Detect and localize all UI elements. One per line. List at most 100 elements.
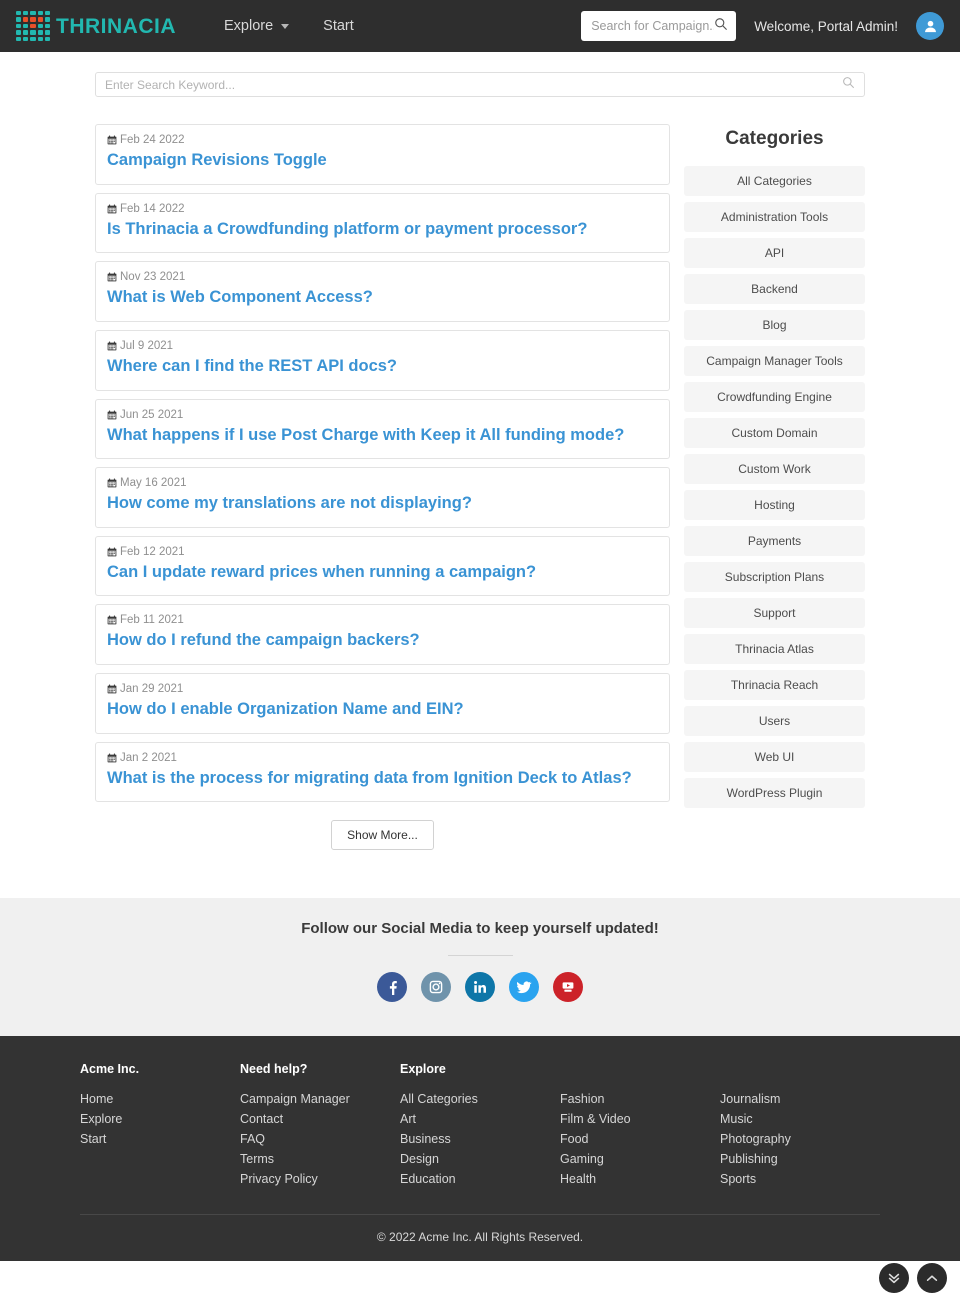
instagram-icon-link[interactable] — [421, 972, 451, 1003]
footer-link[interactable]: Food — [560, 1132, 720, 1146]
article-title-link[interactable]: How do I refund the campaign backers? — [107, 630, 659, 651]
category-item[interactable]: Subscription Plans — [684, 562, 865, 592]
logo-dot — [16, 17, 22, 22]
footer-link[interactable]: Fashion — [560, 1092, 720, 1106]
footer-column-heading: Need help? — [240, 1062, 308, 1077]
category-item[interactable]: Administration Tools — [684, 202, 865, 232]
logo-dot — [44, 30, 50, 35]
categories-title: Categories — [725, 128, 824, 149]
article-title-link[interactable]: Can I update reward prices when running … — [107, 562, 659, 583]
keyword-search-box[interactable] — [95, 72, 865, 97]
keyword-search-input[interactable] — [105, 77, 842, 92]
chevron-double-down-icon-button[interactable] — [879, 1263, 909, 1293]
footer-link[interactable]: Journalism — [720, 1092, 880, 1106]
nav-item-start[interactable]: Start — [311, 12, 366, 40]
logo-dot — [30, 36, 36, 41]
footer-link[interactable]: All Categories — [400, 1092, 560, 1106]
brand-logo-link[interactable]: THRINACIA — [16, 11, 176, 41]
category-item[interactable]: Backend — [684, 274, 865, 304]
footer-link[interactable]: Gaming — [560, 1152, 720, 1166]
category-item[interactable]: Blog — [684, 310, 865, 340]
article-card[interactable]: Jan 2 2021 What is the process for migrat… — [95, 741, 670, 803]
category-item[interactable]: API — [684, 238, 865, 268]
article-card[interactable]: Jun 25 2021 What happens if I use Post Ch… — [95, 398, 670, 460]
logo-dot — [30, 11, 36, 16]
campaign-search-input[interactable] — [591, 19, 715, 33]
linkedin-icon-link[interactable] — [465, 972, 495, 1003]
footer-link[interactable]: Campaign Manager — [240, 1092, 400, 1106]
category-item[interactable]: Payments — [684, 526, 865, 556]
category-item[interactable]: Thrinacia Reach — [684, 670, 865, 700]
divider — [447, 955, 513, 957]
show-more-button[interactable]: Show More... — [331, 820, 434, 851]
article-title-link[interactable]: How do I enable Organization Name and EI… — [107, 699, 659, 720]
footer-link[interactable]: Education — [400, 1172, 560, 1186]
youtube-icon-link[interactable] — [553, 972, 583, 1003]
footer-link[interactable]: Film & Video — [560, 1112, 720, 1126]
category-item[interactable]: Custom Domain — [684, 418, 865, 448]
article-title-link[interactable]: What happens if I use Post Charge with K… — [107, 425, 659, 446]
logo-dot — [37, 36, 43, 41]
article-date: Jan 29 2021 — [120, 683, 184, 695]
category-item[interactable]: Custom Work — [684, 454, 865, 484]
footer-link[interactable]: Photography — [720, 1132, 880, 1146]
campaign-search-box[interactable] — [581, 11, 737, 41]
footer-link[interactable]: Home — [80, 1092, 240, 1106]
scroll-to-top-button[interactable] — [917, 1263, 947, 1293]
footer-link[interactable]: FAQ — [240, 1132, 400, 1146]
article-title-link[interactable]: What is Web Component Access? — [107, 287, 659, 308]
categories-list: All Categories Administration Tools API Bac… — [684, 166, 865, 808]
article-card[interactable]: Jan 29 2021 How do I enable Organization … — [95, 673, 670, 734]
avatar[interactable] — [916, 12, 944, 40]
brand-name: THRINACIA — [56, 14, 176, 38]
category-item[interactable]: Web UI — [684, 742, 865, 772]
footer-link[interactable]: Privacy Policy — [240, 1172, 400, 1186]
category-item[interactable]: Crowdfunding Engine — [684, 382, 865, 412]
category-item[interactable]: Thrinacia Atlas — [684, 634, 865, 664]
article-card[interactable]: May 16 2021 How come my translations are … — [95, 467, 670, 528]
twitter-icon-link[interactable] — [509, 972, 539, 1003]
footer-columns: Acme Inc. Home Explore Start Need help? Campa… — [80, 1062, 880, 1192]
nav-item-explore[interactable]: Explore — [212, 12, 301, 40]
calendar-icon — [107, 272, 117, 282]
article-date: Feb 24 2022 — [120, 134, 185, 146]
logo-dot — [16, 23, 22, 29]
article-title-link[interactable]: What is the process for migrating data f… — [107, 768, 659, 789]
article-card[interactable]: Feb 24 2022 Campaign Revisions Toggle — [95, 124, 670, 185]
calendar-icon — [107, 204, 117, 214]
logo-dot — [44, 36, 50, 41]
article-card[interactable]: Jul 9 2021 Where can I find the REST API … — [95, 329, 670, 391]
category-item[interactable]: Support — [684, 598, 865, 628]
search-icon[interactable] — [842, 76, 855, 94]
footer-link[interactable]: Contact — [240, 1112, 400, 1126]
footer-link[interactable]: Start — [80, 1132, 240, 1146]
footer-link[interactable]: Publishing — [720, 1152, 880, 1166]
category-item[interactable]: Users — [684, 706, 865, 736]
footer-link[interactable]: Explore — [80, 1112, 240, 1126]
article-date: Feb 14 2022 — [120, 202, 185, 215]
category-item[interactable]: WordPress Plugin — [684, 778, 865, 808]
article-card[interactable]: Nov 23 2021 What is Web Component Access? — [95, 261, 670, 322]
footer-link[interactable]: Sports — [720, 1172, 880, 1186]
footer-link[interactable]: Music — [720, 1112, 880, 1126]
category-item[interactable]: All Categories — [684, 166, 865, 196]
footer-link[interactable]: Business — [400, 1132, 560, 1146]
social-media-section: Follow our Social Media to keep yourself… — [0, 898, 960, 1037]
nav-item-explore-label: Explore — [224, 18, 274, 34]
footer-link[interactable]: Health — [560, 1172, 720, 1186]
search-icon[interactable] — [714, 17, 728, 36]
article-title-link[interactable]: Campaign Revisions Toggle — [107, 150, 659, 171]
logo-dot — [23, 11, 29, 16]
article-title-link[interactable]: Where can I find the REST API docs? — [107, 356, 659, 377]
category-item[interactable]: Hosting — [684, 490, 865, 520]
footer-link[interactable]: Design — [400, 1152, 560, 1166]
article-card[interactable]: Feb 11 2021 How do I refund the campaign … — [95, 604, 670, 665]
article-title-link[interactable]: How come my translations are not display… — [107, 493, 659, 514]
article-card[interactable]: Feb 14 2022 Is Thrinacia a Crowdfunding p… — [95, 192, 670, 254]
footer-link[interactable]: Art — [400, 1112, 560, 1126]
facebook-icon-link[interactable] — [377, 972, 407, 1003]
article-title-link[interactable]: Is Thrinacia a Crowdfunding platform or … — [107, 219, 659, 240]
article-card[interactable]: Feb 12 2021 Can I update reward prices wh… — [95, 535, 670, 597]
category-item[interactable]: Campaign Manager Tools — [684, 346, 865, 376]
footer-link[interactable]: Terms — [240, 1152, 400, 1166]
